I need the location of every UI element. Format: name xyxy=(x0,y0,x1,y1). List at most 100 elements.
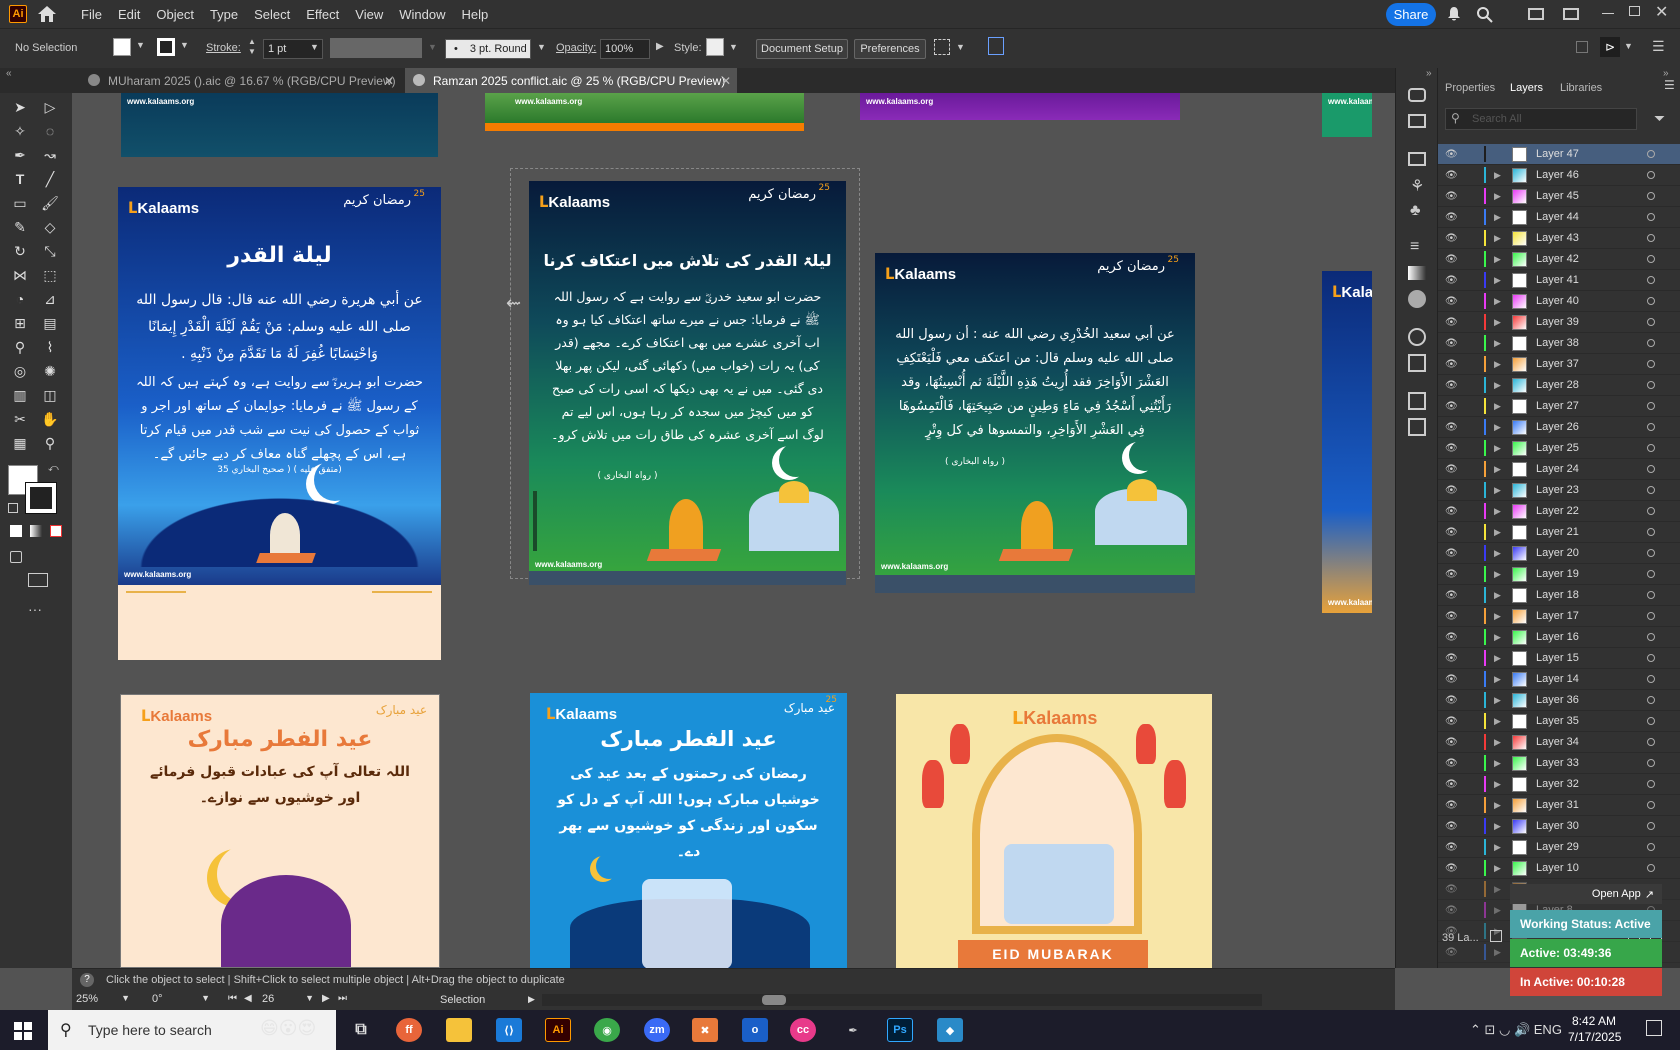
target-circle-icon[interactable] xyxy=(1647,423,1655,431)
search-icon[interactable] xyxy=(1476,6,1493,23)
layer-row[interactable]: 👁 ▶ Layer 22 xyxy=(1438,501,1680,522)
close-icon[interactable]: ✕ xyxy=(384,74,394,88)
expand-arrow-icon[interactable]: ▶ xyxy=(1494,905,1501,916)
print-tiling-tool-icon[interactable]: ▦ xyxy=(10,433,30,453)
selection-tool-icon[interactable]: ➤ xyxy=(10,97,30,117)
eye-icon[interactable]: 👁 xyxy=(1445,842,1458,853)
pen-app-icon[interactable]: ✒ xyxy=(840,1018,866,1042)
artboard-top-1[interactable]: www.kalaams.org xyxy=(121,93,438,157)
layer-row[interactable]: 👁 ▶ Layer 17 xyxy=(1438,606,1680,627)
workspace-icon[interactable] xyxy=(1563,8,1579,20)
eye-icon[interactable]: 👁 xyxy=(1445,422,1458,433)
target-circle-icon[interactable] xyxy=(1647,465,1655,473)
default-colors-icon[interactable] xyxy=(8,503,18,513)
target-circle-icon[interactable] xyxy=(1647,822,1655,830)
artboard-partial-right[interactable]: ᒪKalaams www.kalaams.org xyxy=(1322,271,1372,613)
target-circle-icon[interactable] xyxy=(1647,150,1655,158)
expand-arrow-icon[interactable]: ▶ xyxy=(1494,191,1501,202)
stroke-panel-icon[interactable]: ≡ xyxy=(1410,238,1419,256)
expand-arrow-icon[interactable]: ▶ xyxy=(1494,464,1501,475)
menu-object[interactable]: Object xyxy=(148,7,202,22)
layer-row[interactable]: 👁 ▶ Layer 45 xyxy=(1438,186,1680,207)
layer-row[interactable]: 👁 ▶ Layer 18 xyxy=(1438,585,1680,606)
layer-row[interactable]: 👁 ▶ Layer 41 xyxy=(1438,270,1680,291)
rectangle-tool-icon[interactable]: ▭ xyxy=(10,193,30,213)
gradient-tool-icon[interactable]: ▤ xyxy=(40,313,60,333)
layer-row[interactable]: 👁 ▶ Layer 21 xyxy=(1438,522,1680,543)
previous-artboard-icon[interactable]: ◀ xyxy=(244,993,252,1004)
tab-layers[interactable]: Layers xyxy=(1510,82,1543,94)
expand-arrow-icon[interactable]: ▶ xyxy=(1494,821,1501,832)
lasso-tool-icon[interactable]: ◌ xyxy=(40,121,60,141)
eye-icon[interactable]: 👁 xyxy=(1445,947,1458,958)
eye-icon[interactable]: 👁 xyxy=(1445,212,1458,223)
layer-row[interactable]: 👁 ▶ Layer 27 xyxy=(1438,396,1680,417)
share-button[interactable]: Share xyxy=(1386,3,1436,26)
eye-icon[interactable]: 👁 xyxy=(1445,737,1458,748)
eye-icon[interactable]: 👁 xyxy=(1445,464,1458,475)
measure-tool-icon[interactable]: ⌇ xyxy=(40,337,60,357)
close-icon[interactable]: ✕ xyxy=(1655,2,1668,22)
zoom-app-icon[interactable]: zm xyxy=(644,1018,670,1042)
restore-icon[interactable] xyxy=(1629,6,1640,16)
notifications-icon[interactable] xyxy=(1646,1020,1662,1036)
target-circle-icon[interactable] xyxy=(1647,633,1655,641)
expand-arrow-icon[interactable]: ▶ xyxy=(1494,422,1501,433)
draw-mode-icon[interactable] xyxy=(10,551,22,563)
target-circle-icon[interactable] xyxy=(1647,801,1655,809)
target-circle-icon[interactable] xyxy=(1647,591,1655,599)
target-circle-icon[interactable] xyxy=(1647,654,1655,662)
stroke-stepper[interactable]: ▲ ▼ xyxy=(248,37,256,57)
expand-arrow-icon[interactable]: ▶ xyxy=(1494,233,1501,244)
eye-icon[interactable]: 👁 xyxy=(1445,590,1458,601)
expand-arrow-icon[interactable]: ▶ xyxy=(1494,212,1501,223)
layer-row[interactable]: 👁 ▶ Layer 42 xyxy=(1438,249,1680,270)
paintbrush-tool-icon[interactable]: 🖌 xyxy=(40,193,60,213)
chrome-icon[interactable]: ◉ xyxy=(594,1018,620,1042)
target-circle-icon[interactable] xyxy=(1647,738,1655,746)
brushes-icon[interactable]: ⚘ xyxy=(1410,176,1424,196)
layer-row[interactable]: 👁 ▶ Layer 31 xyxy=(1438,795,1680,816)
horizontal-scroll-thumb[interactable] xyxy=(762,995,786,1005)
recolor-icon[interactable] xyxy=(988,37,1004,55)
layer-row[interactable]: 👁 ▶ Layer 30 xyxy=(1438,816,1680,837)
target-circle-icon[interactable] xyxy=(1647,381,1655,389)
artboard-eid-blue[interactable]: ᒪKalaams عید مبارک 25 عید الفطر مبارک رم… xyxy=(530,693,847,968)
perspective-grid-tool-icon[interactable]: ⊿ xyxy=(40,289,60,309)
opacity-input[interactable]: 100% xyxy=(600,39,650,59)
expand-arrow-icon[interactable]: ▶ xyxy=(1494,884,1501,895)
target-circle-icon[interactable] xyxy=(1647,864,1655,872)
tab-libraries[interactable]: Libraries xyxy=(1560,82,1602,94)
expand-arrow-icon[interactable]: ▶ xyxy=(1494,737,1501,748)
firefox-icon[interactable]: ff xyxy=(396,1018,422,1042)
target-circle-icon[interactable] xyxy=(1647,570,1655,578)
direct-selection-tool-icon[interactable]: ▷ xyxy=(40,97,60,117)
eye-icon[interactable]: 👁 xyxy=(1445,632,1458,643)
screen-mode-icon[interactable] xyxy=(28,573,48,587)
chevron-right-icon[interactable]: ▶ xyxy=(656,41,664,52)
task-view-icon[interactable]: ⧉ xyxy=(348,1018,374,1042)
eye-icon[interactable]: 👁 xyxy=(1445,275,1458,286)
taskbar-search-box[interactable]: ⚲ Type here to search 😄😮😍 xyxy=(48,1010,336,1050)
outlook-icon[interactable]: o xyxy=(742,1018,768,1042)
target-circle-icon[interactable] xyxy=(1647,255,1655,263)
expand-arrow-icon[interactable]: ▶ xyxy=(1494,275,1501,286)
layer-row[interactable]: 👁 ▶ Layer 23 xyxy=(1438,480,1680,501)
eye-icon[interactable]: 👁 xyxy=(1445,317,1458,328)
close-icon[interactable]: ✕ xyxy=(721,74,731,88)
target-circle-icon[interactable] xyxy=(1647,759,1655,767)
stroke-swatch[interactable] xyxy=(157,38,175,56)
transparency-icon[interactable] xyxy=(1408,290,1426,308)
layer-row[interactable]: 👁 ▶ Layer 43 xyxy=(1438,228,1680,249)
tab-ramzan[interactable]: Ramzan 2025 conflict.aic @ 25 % (RGB/CPU… xyxy=(405,68,737,93)
control-bar-options-icon[interactable]: ⊳ xyxy=(1600,37,1620,57)
expand-arrow-icon[interactable]: ▶ xyxy=(1494,674,1501,685)
last-artboard-icon[interactable]: ⏭ xyxy=(338,993,347,1004)
menu-select[interactable]: Select xyxy=(246,7,298,22)
eye-icon[interactable]: 👁 xyxy=(1445,800,1458,811)
graph-tool-icon[interactable]: ▥ xyxy=(10,385,30,405)
slice-tool-icon[interactable]: ◫ xyxy=(40,385,60,405)
menu-help[interactable]: Help xyxy=(453,7,496,22)
target-circle-icon[interactable] xyxy=(1647,486,1655,494)
eraser-tool-icon[interactable]: ◇ xyxy=(40,217,60,237)
